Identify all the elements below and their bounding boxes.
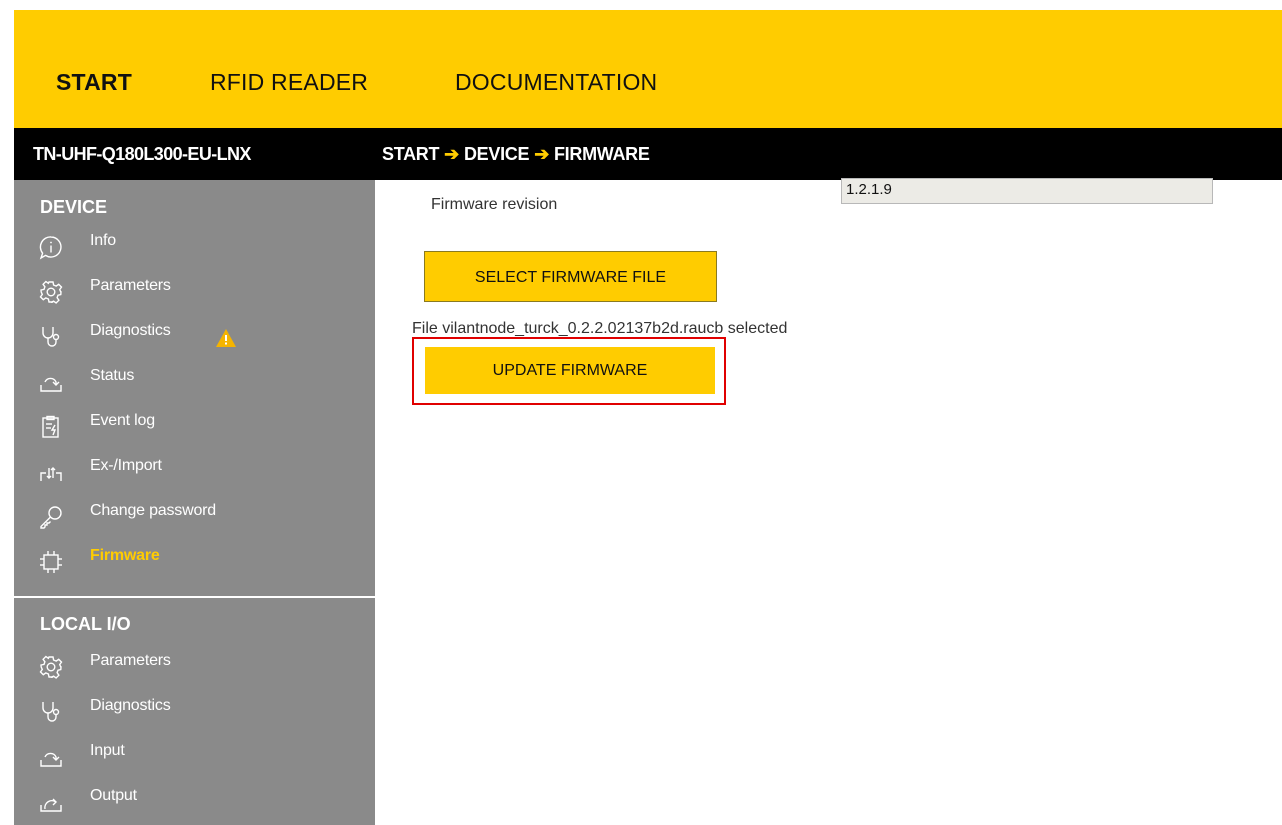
sidebar: DEVICE Info Parameters Diagnostics Statu… bbox=[14, 180, 375, 825]
breadcrumb-arrow-icon: ➔ bbox=[444, 144, 459, 164]
breadcrumb-firmware: FIRMWARE bbox=[553, 144, 650, 164]
sidebar-divider bbox=[14, 596, 375, 598]
sidebar-item-label: Ex-/Import bbox=[90, 457, 162, 474]
nav-documentation[interactable]: DOCUMENTATION bbox=[455, 70, 657, 94]
warning-icon bbox=[215, 328, 237, 348]
breadcrumb-start[interactable]: START bbox=[382, 144, 439, 164]
sidebar-item-firmware[interactable]: Firmware bbox=[34, 545, 364, 579]
sidebar-item-label: Parameters bbox=[90, 652, 171, 669]
selected-file-status: File vilantnode_turck_0.2.2.02137b2d.rau… bbox=[412, 320, 788, 337]
sidebar-item-status[interactable]: Status bbox=[34, 365, 364, 399]
sidebar-item-io-diagnostics[interactable]: Diagnostics bbox=[34, 695, 364, 729]
stethoscope-icon bbox=[38, 699, 64, 725]
import-export-icon bbox=[38, 459, 64, 485]
output-arrow-icon bbox=[38, 789, 64, 815]
sidebar-item-diagnostics[interactable]: Diagnostics bbox=[34, 320, 364, 354]
sidebar-item-label: Diagnostics bbox=[90, 322, 171, 339]
sidebar-item-output[interactable]: Output bbox=[34, 785, 364, 819]
sidebar-item-label: Info bbox=[90, 232, 116, 249]
nav-start[interactable]: START bbox=[56, 70, 132, 94]
sidebar-item-label: Diagnostics bbox=[90, 697, 171, 714]
sidebar-item-change-password[interactable]: Change password bbox=[34, 500, 364, 534]
info-icon bbox=[38, 234, 64, 260]
highlight-box bbox=[412, 337, 726, 405]
breadcrumb-arrow-icon: ➔ bbox=[534, 144, 549, 164]
key-icon bbox=[38, 504, 64, 530]
sidebar-item-input[interactable]: Input bbox=[34, 740, 364, 774]
select-firmware-file-button[interactable]: SELECT FIRMWARE FILE bbox=[424, 251, 717, 302]
gear-icon bbox=[38, 654, 64, 680]
sidebar-item-ex-import[interactable]: Ex-/Import bbox=[34, 455, 364, 489]
top-navigation: START RFID READER DOCUMENTATION bbox=[14, 10, 1282, 128]
sidebar-item-label: Event log bbox=[90, 412, 155, 429]
nav-rfid-reader[interactable]: RFID READER bbox=[210, 70, 368, 94]
firmware-revision-label: Firmware revision bbox=[431, 196, 558, 213]
firmware-revision-field: 1.2.1.9 bbox=[841, 178, 1213, 204]
input-arrow-icon bbox=[38, 744, 64, 770]
breadcrumb: START ➔ DEVICE ➔ FIRMWARE bbox=[382, 144, 650, 165]
sidebar-item-label: Parameters bbox=[90, 277, 171, 294]
sidebar-item-label: Input bbox=[90, 742, 125, 759]
gear-icon bbox=[38, 279, 64, 305]
stethoscope-icon bbox=[38, 324, 64, 350]
main-content: Firmware revision 1.2.1.9 SELECT FIRMWAR… bbox=[375, 178, 1282, 825]
chip-icon bbox=[38, 549, 64, 575]
sidebar-item-label: Status bbox=[90, 367, 135, 384]
sidebar-item-parameters[interactable]: Parameters bbox=[34, 275, 364, 309]
sidebar-item-info[interactable]: Info bbox=[34, 230, 364, 264]
breadcrumb-device[interactable]: DEVICE bbox=[464, 144, 530, 164]
sidebar-item-event-log[interactable]: Event log bbox=[34, 410, 364, 444]
header-bar: TN-UHF-Q180L300-EU-LNX START ➔ DEVICE ➔ FIRM… bbox=[14, 128, 1282, 180]
clipboard-icon bbox=[38, 414, 64, 440]
sidebar-item-label: Output bbox=[90, 787, 137, 804]
sidebar-section-device: DEVICE bbox=[40, 197, 108, 217]
sidebar-section-local-io: LOCAL I/O bbox=[40, 614, 131, 634]
device-name: TN-UHF-Q180L300-EU-LNX bbox=[33, 144, 251, 164]
sidebar-item-label: Firmware bbox=[90, 547, 160, 564]
status-arrow-icon bbox=[38, 369, 64, 395]
sidebar-item-label: Change password bbox=[90, 502, 216, 519]
sidebar-item-io-parameters[interactable]: Parameters bbox=[34, 650, 364, 684]
